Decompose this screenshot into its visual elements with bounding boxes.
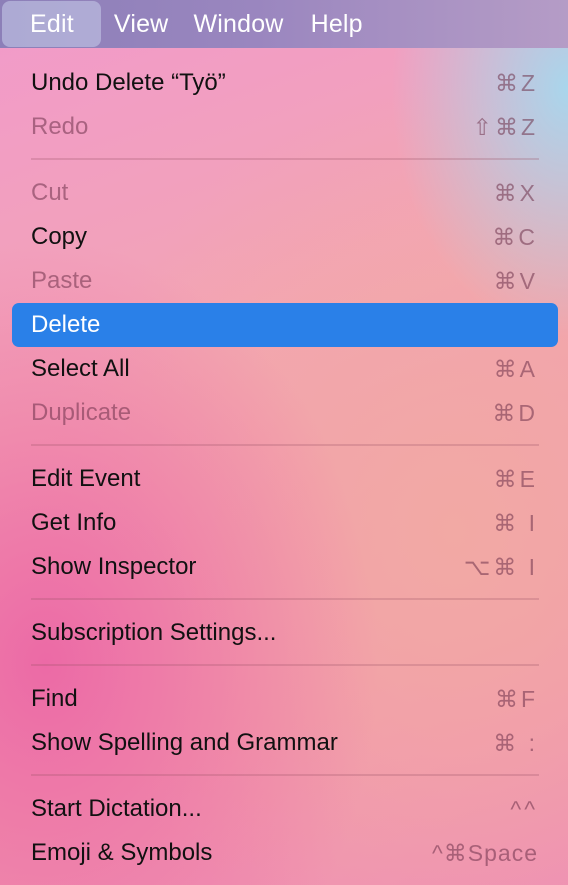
menu-item-subscription-settings[interactable]: Subscription Settings... [12, 611, 558, 655]
menubar-edit[interactable]: Edit [2, 1, 101, 47]
menubar-window[interactable]: Window [182, 1, 297, 47]
menu-item-label: Select All [31, 355, 130, 382]
menu-divider [31, 158, 539, 160]
menu-item-label: Show Inspector [31, 553, 197, 580]
edit-menu-dropdown: Undo Delete “Työ” ⌘Z Redo ⇧⌘Z Cut ⌘X Cop… [1, 50, 567, 885]
menu-item-show-inspector[interactable]: Show Inspector ⌥⌘ I [12, 545, 558, 589]
menu-item-shortcut: ⌘C [492, 223, 538, 250]
menu-item-cut: Cut ⌘X [12, 171, 558, 215]
menu-item-find[interactable]: Find ⌘F [12, 677, 558, 721]
menubar-view-label: View [113, 9, 169, 38]
menu-divider [31, 774, 539, 776]
menubar-window-label: Window [193, 9, 284, 38]
menu-item-show-spelling-grammar[interactable]: Show Spelling and Grammar ⌘ : [12, 721, 558, 765]
menu-item-copy[interactable]: Copy ⌘C [12, 215, 558, 259]
menu-item-label: Subscription Settings... [31, 619, 277, 646]
menu-item-label: Start Dictation... [31, 795, 202, 822]
menu-item-shortcut: ^⌘Space [431, 839, 538, 866]
menu-item-paste: Paste ⌘V [12, 259, 558, 303]
menu-item-shortcut: ⌥⌘ I [463, 553, 538, 580]
menu-item-label: Get Info [31, 509, 117, 536]
menubar-help-label: Help [310, 9, 363, 38]
menu-item-shortcut: ⌘X [493, 179, 538, 206]
menu-item-shortcut: ⌘Z [494, 69, 538, 96]
menu-item-shortcut: ⌘ : [493, 729, 538, 756]
menu-item-label: Emoji & Symbols [31, 839, 213, 866]
menu-item-label: Delete [31, 311, 101, 338]
menu-item-label: Undo Delete “Työ” [31, 69, 226, 96]
menu-item-shortcut: ⌘V [493, 267, 538, 294]
menu-item-redo: Redo ⇧⌘Z [12, 105, 558, 149]
menu-item-undo[interactable]: Undo Delete “Työ” ⌘Z [12, 61, 558, 105]
menubar-view[interactable]: View [101, 1, 183, 47]
menu-item-label: Edit Event [31, 465, 141, 492]
menu-item-emoji-symbols[interactable]: Emoji & Symbols ^⌘Space [12, 831, 558, 875]
menu-divider [31, 444, 539, 446]
menu-item-shortcut: ^^ [510, 795, 538, 822]
menu-item-delete[interactable]: Delete [12, 303, 558, 347]
menu-item-label: Duplicate [31, 399, 132, 426]
menu-item-select-all[interactable]: Select All ⌘A [12, 347, 558, 391]
menu-item-label: Show Spelling and Grammar [31, 729, 338, 756]
menu-bar: Edit View Window Help [0, 0, 568, 48]
menu-item-shortcut: ⌘A [493, 355, 538, 382]
menu-item-shortcut: ⌘D [492, 399, 538, 426]
menu-item-shortcut: ⌘F [494, 685, 538, 712]
menu-item-shortcut: ⌘E [493, 465, 538, 492]
menu-item-label: Paste [31, 267, 93, 294]
menu-item-shortcut: ⌘ I [493, 509, 538, 536]
menu-item-label: Copy [31, 223, 88, 250]
menu-item-start-dictation[interactable]: Start Dictation... ^^ [12, 787, 558, 831]
menubar-edit-label: Edit [30, 9, 74, 38]
menu-divider [31, 664, 539, 666]
menubar-help[interactable]: Help [298, 1, 377, 47]
menu-item-get-info[interactable]: Get Info ⌘ I [12, 501, 558, 545]
menu-item-label: Cut [31, 179, 69, 206]
menu-item-shortcut: ⇧⌘Z [472, 113, 538, 140]
menu-divider [31, 598, 539, 600]
menu-item-label: Redo [31, 113, 89, 140]
menu-item-duplicate: Duplicate ⌘D [12, 391, 558, 435]
menu-item-edit-event[interactable]: Edit Event ⌘E [12, 457, 558, 501]
menu-item-label: Find [31, 685, 78, 712]
